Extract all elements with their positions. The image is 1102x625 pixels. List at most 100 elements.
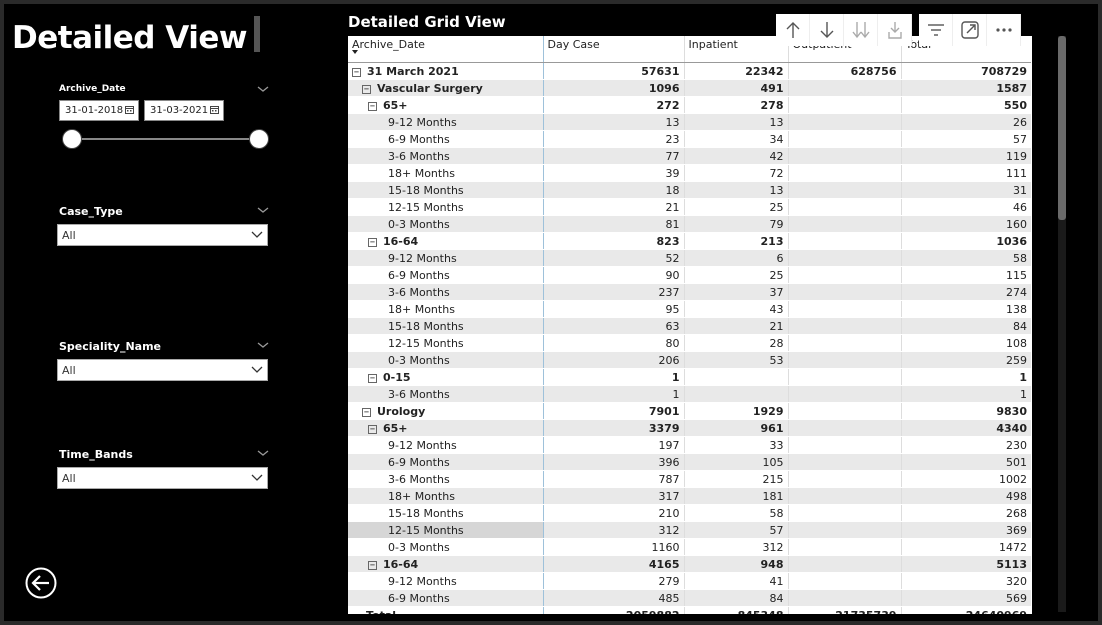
collapse-toggle-icon[interactable]: − (368, 373, 377, 383)
column-header-archive-date[interactable]: Archive_Date (348, 36, 544, 63)
table-row[interactable]: 0-3 Months 206 53 259 (348, 351, 1031, 369)
vertical-scrollbar[interactable] (1058, 36, 1066, 612)
end-date-input[interactable]: 31-03-2021 (144, 100, 224, 121)
row-header-cell[interactable]: 15-18 Months (348, 181, 544, 199)
collapse-toggle-icon[interactable]: − (368, 424, 377, 434)
row-header-cell[interactable]: 6-9 Months (348, 266, 544, 284)
table-row[interactable]: 3-6 Months 787 215 1002 (348, 470, 1031, 488)
collapse-toggle-icon[interactable]: − (368, 237, 377, 247)
row-header-cell[interactable]: 18+ Months (348, 300, 544, 318)
date-range-slider-track[interactable] (72, 138, 260, 140)
row-header-cell[interactable]: 6-9 Months (348, 589, 544, 607)
table-row[interactable]: 18+ Months 317 181 498 (348, 487, 1031, 505)
table-row[interactable]: 3-6 Months 1 1 (348, 385, 1031, 403)
table-row[interactable]: 0-3 Months 1160 312 1472 (348, 538, 1031, 556)
table-row[interactable]: −31 March 2021 57631 22342 628756 708729 (348, 62, 1031, 80)
table-row[interactable]: −65+ 272 278 550 (348, 96, 1031, 114)
filter-button[interactable] (919, 14, 953, 46)
table-row[interactable]: 9-12 Months 279 41 320 (348, 572, 1031, 590)
table-row[interactable]: −16-64 823 213 1036 (348, 232, 1031, 250)
row-header-cell[interactable]: −0-15 (348, 368, 544, 386)
case-type-collapse-chevron-icon[interactable] (256, 205, 270, 215)
row-header-cell[interactable]: 0-3 Months (348, 215, 544, 233)
row-header-cell[interactable]: −31 March 2021 (348, 62, 544, 80)
table-row[interactable]: 6-9 Months 396 105 501 (348, 453, 1031, 471)
row-header-cell[interactable]: −65+ (348, 96, 544, 114)
start-date-input[interactable]: 31-01-2018 (59, 100, 139, 121)
back-arrow-icon[interactable] (25, 567, 57, 599)
row-header-cell[interactable]: 18+ Months (348, 164, 544, 182)
table-row[interactable]: 0-3 Months 81 79 160 (348, 215, 1031, 233)
sort-ascending-button[interactable] (776, 14, 810, 46)
table-row[interactable]: −16-64 4165 948 5113 (348, 555, 1031, 573)
table-row[interactable]: −0-15 1 1 (348, 368, 1031, 386)
row-header-cell[interactable]: 6-9 Months (348, 130, 544, 148)
matrix-table[interactable]: Archive_Date Day Case Inpatient Outpatie… (348, 36, 1032, 614)
table-row[interactable]: 15-18 Months 210 58 268 (348, 504, 1031, 522)
row-header-cell[interactable]: 3-6 Months (348, 283, 544, 301)
table-row[interactable]: 9-12 Months 197 33 230 (348, 436, 1031, 454)
table-row[interactable]: − Urology 7901 1929 9830 (348, 402, 1031, 420)
table-row[interactable]: −65+ 3379 961 4340 (348, 419, 1031, 437)
table-row[interactable]: 12-15 Months 312 57 369 (348, 521, 1031, 539)
table-row[interactable]: 9-12 Months 13 13 26 (348, 113, 1031, 131)
speciality-name-dropdown[interactable]: All (57, 359, 268, 381)
table-row[interactable]: 6-9 Months 23 34 57 (348, 130, 1031, 148)
table-row[interactable]: 9-12 Months 52 6 58 (348, 249, 1031, 267)
table-row[interactable]: 3-6 Months 77 42 119 (348, 147, 1031, 165)
time-bands-collapse-chevron-icon[interactable] (256, 448, 270, 458)
expand-all-down-button[interactable] (844, 14, 878, 46)
date-range-start-handle[interactable] (62, 129, 82, 149)
row-header-cell[interactable]: 9-12 Months (348, 572, 544, 590)
calendar-icon[interactable] (125, 105, 134, 114)
row-header-cell[interactable]: 3-6 Months (348, 147, 544, 165)
row-header-cell[interactable]: 3-6 Months (348, 470, 544, 488)
row-header-cell[interactable]: 3-6 Months (348, 385, 544, 403)
drill-down-button[interactable] (878, 14, 912, 46)
row-header-cell[interactable]: 9-12 Months (348, 436, 544, 454)
time-bands-dropdown[interactable]: All (57, 467, 268, 489)
collapse-toggle-icon[interactable]: − (362, 84, 371, 94)
collapse-toggle-icon[interactable]: − (368, 560, 377, 570)
table-row[interactable]: 6-9 Months 90 25 115 (348, 266, 1031, 284)
row-header-cell[interactable]: 18+ Months (348, 487, 544, 505)
archive-date-collapse-chevron-icon[interactable] (256, 84, 270, 94)
case-type-dropdown[interactable]: All (57, 224, 268, 246)
row-header-cell[interactable]: 0-3 Months (348, 538, 544, 556)
row-header-cell[interactable]: − Vascular Surgery (348, 79, 544, 97)
collapse-toggle-icon[interactable]: − (362, 407, 371, 417)
column-header-inpatient[interactable]: Inpatient (684, 36, 789, 63)
table-row[interactable]: 18+ Months 95 43 138 (348, 300, 1031, 318)
row-header-cell[interactable]: − Urology (348, 402, 544, 420)
row-header-cell[interactable]: 15-18 Months (348, 317, 544, 335)
table-row[interactable]: 12-15 Months 80 28 108 (348, 334, 1031, 352)
table-row[interactable]: 15-18 Months 63 21 84 (348, 317, 1031, 335)
row-header-cell[interactable]: −16-64 (348, 232, 544, 250)
table-row[interactable]: − Vascular Surgery 1096 491 1587 (348, 79, 1031, 97)
row-header-cell[interactable]: 9-12 Months (348, 249, 544, 267)
more-options-button[interactable] (987, 14, 1021, 46)
row-header-cell[interactable]: 9-12 Months (348, 113, 544, 131)
focus-mode-button[interactable] (953, 14, 987, 46)
calendar-icon[interactable] (210, 105, 219, 114)
table-row[interactable]: 15-18 Months 18 13 31 (348, 181, 1031, 199)
speciality-name-collapse-chevron-icon[interactable] (256, 340, 270, 350)
row-header-cell[interactable]: 12-15 Months (348, 521, 544, 539)
row-header-cell[interactable]: −65+ (348, 419, 544, 437)
column-header-day-case[interactable]: Day Case (543, 36, 685, 63)
row-header-cell[interactable]: 12-15 Months (348, 198, 544, 216)
row-header-cell[interactable]: 15-18 Months (348, 504, 544, 522)
table-row[interactable]: 12-15 Months 21 25 46 (348, 198, 1031, 216)
table-row[interactable]: 6-9 Months 485 84 569 (348, 589, 1031, 607)
table-row[interactable]: 18+ Months 39 72 111 (348, 164, 1031, 182)
row-header-cell[interactable]: 0-3 Months (348, 351, 544, 369)
collapse-toggle-icon[interactable]: − (352, 67, 361, 77)
sort-descending-button[interactable] (810, 14, 844, 46)
row-header-cell[interactable]: 12-15 Months (348, 334, 544, 352)
scrollbar-thumb[interactable] (1058, 36, 1066, 220)
row-header-cell[interactable]: −16-64 (348, 555, 544, 573)
date-range-end-handle[interactable] (249, 129, 269, 149)
row-header-cell[interactable]: 6-9 Months (348, 453, 544, 471)
table-row[interactable]: 3-6 Months 237 37 274 (348, 283, 1031, 301)
collapse-toggle-icon[interactable]: − (368, 101, 377, 111)
